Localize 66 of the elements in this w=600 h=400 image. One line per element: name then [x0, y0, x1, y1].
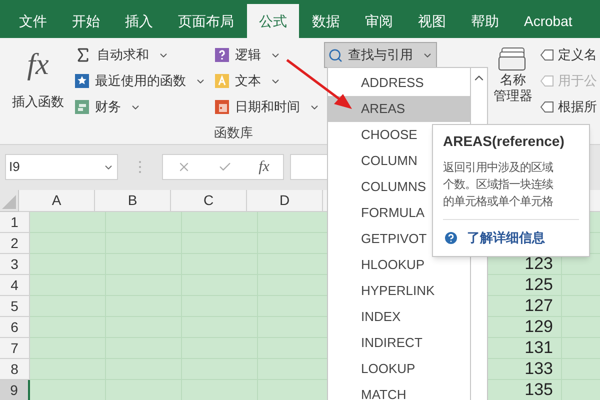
table-cell: 133 — [486, 359, 562, 380]
row-header[interactable]: 2 — [0, 233, 30, 254]
menu-item[interactable]: INDEX — [328, 304, 470, 330]
table-cell: 125 — [486, 275, 562, 296]
row-header[interactable]: 9 — [0, 380, 30, 400]
row-header[interactable]: 6 — [0, 317, 30, 338]
question-book-icon — [214, 47, 230, 63]
star-book-icon — [74, 73, 90, 89]
ribbon-tab[interactable]: 页面布局 — [166, 4, 246, 38]
search-book-icon — [328, 48, 343, 62]
menu-item[interactable]: LOOKUP — [328, 356, 470, 382]
menu-item[interactable]: HYPERLINK — [328, 278, 470, 304]
menu-item[interactable]: ADDRESS — [328, 70, 470, 96]
column-header[interactable]: D — [247, 190, 323, 212]
function-category-button[interactable]: 文本 — [214, 68, 324, 94]
row-header[interactable]: 5 — [0, 296, 30, 317]
function-category-button[interactable]: 逻辑 — [214, 42, 324, 68]
ledger-icon — [74, 99, 90, 115]
ribbon-tab[interactable]: Acrobat — [512, 4, 584, 38]
ribbon-tab[interactable]: 数据 — [300, 4, 352, 38]
name-box[interactable]: I9 — [5, 154, 118, 180]
table-cell: 129 — [486, 317, 562, 338]
ribbon-tab[interactable]: 开始 — [60, 4, 112, 38]
group-label: 函数库 — [214, 124, 253, 142]
select-all-corner[interactable] — [0, 190, 19, 212]
table-cell: 131 — [486, 338, 562, 359]
ribbon-tab[interactable]: 公式 — [247, 4, 299, 38]
row-header[interactable]: 4 — [0, 275, 30, 296]
ribbon-tab[interactable]: 审阅 — [353, 4, 405, 38]
calendar-book-icon — [214, 99, 230, 115]
ribbon-tab[interactable]: 文件 — [7, 4, 59, 38]
menu-item[interactable]: MATCH — [328, 382, 470, 400]
grip-icon — [138, 159, 142, 175]
menu-item[interactable]: AREAS — [328, 96, 470, 122]
insert-function-button[interactable]: fx — [258, 156, 270, 178]
row-header[interactable]: 7 — [0, 338, 30, 359]
function-category-button[interactable]: 自动求和 — [74, 42, 214, 68]
insert-function-button[interactable]: fx 插入函数 — [6, 46, 70, 126]
learn-more-link[interactable]: 了解详细信息 — [467, 228, 545, 248]
column-header[interactable]: C — [171, 190, 247, 212]
ribbon-tab[interactable]: 视图 — [406, 4, 458, 38]
function-category-button[interactable]: 日期和时间 — [214, 94, 324, 120]
help-icon — [443, 230, 459, 246]
tag-icon — [540, 49, 554, 61]
column-header[interactable]: A — [19, 190, 95, 212]
menu-item[interactable]: INDIRECT — [328, 330, 470, 356]
table-cell: 127 — [486, 296, 562, 317]
table-cell: 135 — [486, 380, 562, 400]
letter-book-icon — [214, 73, 230, 89]
row-header[interactable]: 3 — [0, 254, 30, 275]
lookup-reference-button[interactable]: 查找与引用 — [324, 42, 437, 68]
tag-icon — [540, 101, 554, 113]
ribbon-tab[interactable]: 插入 — [113, 4, 165, 38]
row-header[interactable]: 1 — [0, 212, 30, 233]
tag-icon — [540, 75, 554, 87]
defined-name-button[interactable]: 根据所 — [540, 94, 597, 120]
tags-icon — [498, 46, 528, 72]
function-category-button[interactable]: 最近使用的函数 — [74, 68, 214, 94]
menu-item[interactable]: HLOOKUP — [328, 252, 470, 278]
tooltip-title: AREAS(reference) — [443, 132, 566, 151]
tooltip-description: 返回引用中涉及的区域个数。区域指一块连续的单元格或单个单元格 — [443, 160, 554, 210]
ribbon-tab[interactable]: 帮助 — [459, 4, 511, 38]
row-header[interactable]: 8 — [0, 359, 30, 380]
function-category-button[interactable]: 财务 — [74, 94, 214, 120]
defined-name-button[interactable]: 定义名 — [540, 42, 597, 68]
column-header[interactable]: B — [95, 190, 171, 212]
